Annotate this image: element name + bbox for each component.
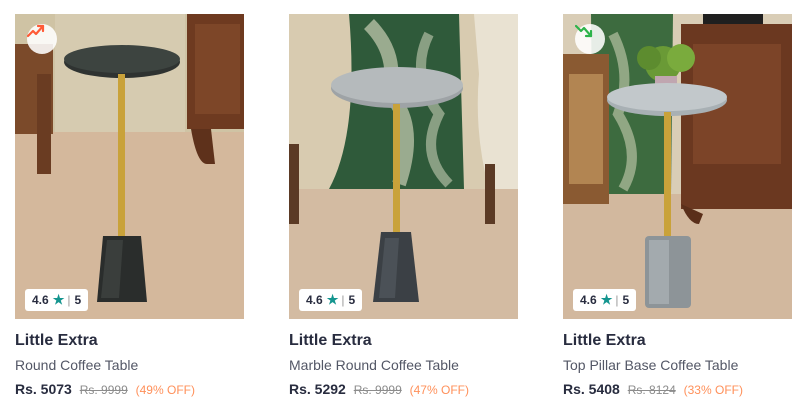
rating-badge: 4.6 ★ | 5 bbox=[299, 289, 363, 311]
rating-count: 5 bbox=[622, 293, 630, 307]
trend-down-icon bbox=[575, 24, 605, 54]
product-photo bbox=[289, 14, 518, 319]
price-row: Rs. 5408 Rs. 8124 (33% OFF) bbox=[563, 381, 792, 397]
product-discount: (47% OFF) bbox=[409, 383, 469, 397]
product-price: Rs. 5292 bbox=[289, 381, 346, 397]
divider: | bbox=[615, 293, 619, 307]
product-discount: (33% OFF) bbox=[683, 383, 743, 397]
product-brand[interactable]: Little Extra bbox=[563, 332, 792, 350]
star-icon: ★ bbox=[52, 292, 65, 307]
rating-value: 4.6 bbox=[306, 293, 323, 307]
product-brand[interactable]: Little Extra bbox=[15, 332, 244, 350]
rating-badge: 4.6 ★ | 5 bbox=[573, 289, 637, 311]
product-price: Rs. 5073 bbox=[15, 381, 72, 397]
product-card-3[interactable]: 4.6 ★ | 5 Little Extra Top Pillar Base C… bbox=[563, 14, 792, 397]
rating-value: 4.6 bbox=[32, 293, 49, 307]
trend-up-icon bbox=[27, 24, 57, 54]
rating-value: 4.6 bbox=[580, 293, 597, 307]
product-discount: (49% OFF) bbox=[135, 383, 195, 397]
product-card-1[interactable]: 4.6 ★ | 5 Little Extra Round Coffee Tabl… bbox=[15, 14, 244, 397]
product-name[interactable]: Top Pillar Base Coffee Table bbox=[563, 357, 792, 373]
product-price: Rs. 5408 bbox=[563, 381, 620, 397]
product-mrp: Rs. 9999 bbox=[79, 383, 128, 397]
rating-badge: 4.6 ★ | 5 bbox=[25, 289, 89, 311]
rating-count: 5 bbox=[74, 293, 82, 307]
product-image[interactable]: 4.6 ★ | 5 bbox=[15, 14, 244, 319]
product-mrp: Rs. 8124 bbox=[627, 383, 676, 397]
product-name[interactable]: Round Coffee Table bbox=[15, 357, 244, 373]
price-row: Rs. 5073 Rs. 9999 (49% OFF) bbox=[15, 381, 244, 397]
product-photo bbox=[15, 14, 244, 319]
star-icon: ★ bbox=[326, 292, 339, 307]
rating-count: 5 bbox=[348, 293, 356, 307]
divider: | bbox=[67, 293, 71, 307]
star-icon: ★ bbox=[600, 292, 613, 307]
product-photo bbox=[563, 14, 792, 319]
divider: | bbox=[341, 293, 345, 307]
product-mrp: Rs. 9999 bbox=[353, 383, 402, 397]
product-image[interactable]: 4.6 ★ | 5 bbox=[563, 14, 792, 319]
price-row: Rs. 5292 Rs. 9999 (47% OFF) bbox=[289, 381, 518, 397]
product-image[interactable]: 4.6 ★ | 5 bbox=[289, 14, 518, 319]
product-brand[interactable]: Little Extra bbox=[289, 332, 518, 350]
product-name[interactable]: Marble Round Coffee Table bbox=[289, 357, 518, 373]
product-card-2[interactable]: 4.6 ★ | 5 Little Extra Marble Round Coff… bbox=[289, 14, 518, 397]
